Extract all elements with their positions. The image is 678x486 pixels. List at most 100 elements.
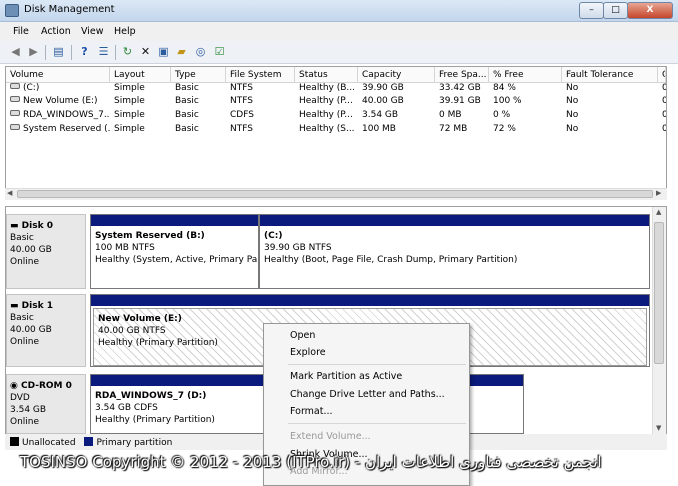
cell-volume: System Reserved (...: [23, 124, 110, 134]
drive-icon: [10, 124, 20, 130]
disk-kind: Basic: [10, 233, 34, 243]
disk-1-label[interactable]: ▬ Disk 1 Basic 40.00 GB Online: [6, 294, 86, 367]
menu-item-format[interactable]: Format...: [290, 406, 333, 417]
cell-percent-free: 0 %: [493, 110, 511, 120]
col-fault-tolerance[interactable]: Fault Tolerance: [562, 67, 658, 83]
menu-help[interactable]: Help: [114, 26, 136, 37]
cell-type: Basic: [175, 96, 199, 106]
col-capacity[interactable]: Capacity: [358, 67, 435, 83]
disk-state: Online: [10, 417, 40, 427]
cd-drive-icon: [10, 110, 20, 116]
table-row[interactable]: (C:): [6, 83, 110, 96]
cell-capacity: 100 MB: [362, 124, 396, 134]
menu-separator: [288, 364, 466, 365]
partition-name: (C:): [264, 231, 283, 241]
maximize-button[interactable]: □: [603, 2, 628, 19]
cell-percent-free: 72 %: [493, 124, 516, 134]
cell-status: Healthy (S...: [299, 124, 355, 134]
menu-item-mark-active[interactable]: Mark Partition as Active: [290, 371, 402, 382]
properties-icon[interactable]: ▣: [156, 45, 171, 59]
partition-name: System Reserved (B:): [95, 231, 205, 241]
menu-file[interactable]: File: [13, 26, 29, 37]
copyright-watermark: TOSINSO Copyright © 2012 - 2013 (ITPro.i…: [20, 453, 602, 471]
disk-size: 3.54 GB: [10, 405, 47, 415]
partition-c[interactable]: (C:) 39.90 GB NTFS Healthy (Boot, Page F…: [259, 214, 650, 289]
cell-fault-tolerance: No: [566, 96, 579, 106]
cell-fault-tolerance: No: [566, 83, 579, 93]
disk-0-label[interactable]: ▬ Disk 0 Basic 40.00 GB Online: [6, 214, 86, 289]
menu-view[interactable]: View: [81, 26, 104, 37]
cell-free-space: 0 MB: [439, 110, 462, 120]
cell-file-system: NTFS: [230, 124, 253, 134]
forward-icon[interactable]: ▶: [26, 45, 41, 59]
scroll-down-icon[interactable]: ▼: [656, 424, 661, 432]
menu-action[interactable]: Action: [41, 26, 71, 37]
primary-partition-bar: [91, 215, 258, 226]
delete-icon[interactable]: ✕: [138, 45, 153, 59]
cell-capacity: 40.00 GB: [362, 96, 404, 106]
open-icon[interactable]: ▰: [174, 45, 189, 59]
cell-volume: New Volume (E:): [23, 96, 98, 106]
cell-capacity: 3.54 GB: [362, 110, 399, 120]
drive-icon: [10, 96, 20, 102]
col-overhead[interactable]: O: [658, 67, 666, 83]
disk-size: 40.00 GB: [10, 245, 52, 255]
cell-free-space: 39.91 GB: [439, 96, 481, 106]
close-button[interactable]: X: [627, 2, 673, 19]
vertical-scroll-thumb[interactable]: [654, 222, 664, 364]
scroll-up-icon[interactable]: ▲: [656, 208, 661, 216]
refresh-icon[interactable]: ↻: [120, 45, 135, 59]
toolbar-separator: [115, 45, 116, 60]
col-status[interactable]: Status: [295, 67, 358, 83]
window-title: Disk Management: [24, 4, 115, 15]
horizontal-scroll-thumb[interactable]: [17, 190, 653, 198]
scroll-left-icon[interactable]: ◀: [7, 189, 12, 197]
col-free-space[interactable]: Free Spa...: [435, 67, 489, 83]
cell-layout: Simple: [114, 83, 145, 93]
disk-state: Online: [10, 337, 40, 347]
col-type[interactable]: Type: [171, 67, 226, 83]
menu-item-explore[interactable]: Explore: [290, 347, 326, 358]
toolbar-separator: [71, 45, 72, 60]
scroll-right-icon[interactable]: ▶: [656, 189, 661, 197]
table-row[interactable]: System Reserved (...: [6, 124, 110, 137]
legend-primary: Primary partition: [96, 438, 173, 448]
cell-percent-free: 100 %: [493, 96, 522, 106]
table-row[interactable]: RDA_WINDOWS_7...: [6, 110, 110, 123]
cell-capacity: 39.90 GB: [362, 83, 404, 93]
console-tree-icon[interactable]: ▤: [51, 45, 66, 59]
cell-type: Basic: [175, 110, 199, 120]
partition-status: Healthy (System, Active, Primary Part: [95, 255, 258, 265]
disk-name: ▬ Disk 0: [10, 221, 53, 231]
menu-item-change-drive-letter[interactable]: Change Drive Letter and Paths...: [290, 389, 445, 400]
list-icon[interactable]: ☰: [96, 45, 111, 59]
help-icon[interactable]: ?: [77, 45, 92, 59]
disk-icon: ▬: [10, 221, 19, 231]
disk-name: ▬ Disk 1: [10, 301, 53, 311]
primary-partition-bar: [260, 215, 649, 226]
check-icon[interactable]: ☑: [212, 45, 227, 59]
cell-file-system: CDFS: [230, 110, 254, 120]
cell-layout: Simple: [114, 124, 145, 134]
disk-kind: Basic: [10, 313, 34, 323]
col-volume[interactable]: Volume: [6, 67, 110, 83]
back-icon[interactable]: ◀: [8, 45, 23, 59]
table-row[interactable]: New Volume (E:): [6, 96, 110, 109]
cell-overhead: 0: [662, 124, 666, 134]
cell-layout: Simple: [114, 110, 145, 120]
cell-free-space: 72 MB: [439, 124, 468, 134]
disk-size: 40.00 GB: [10, 325, 52, 335]
disk-name: ◉ CD-ROM 0: [10, 381, 72, 391]
cell-percent-free: 84 %: [493, 83, 516, 93]
menu-item-open[interactable]: Open: [290, 330, 315, 341]
col-layout[interactable]: Layout: [110, 67, 171, 83]
disk-kind: DVD: [10, 393, 30, 403]
cdrom-0-label[interactable]: ◉ CD-ROM 0 DVD 3.54 GB Online: [6, 374, 86, 434]
menu-item-extend-volume: Extend Volume...: [290, 431, 371, 442]
col-percent-free[interactable]: % Free: [489, 67, 562, 83]
cd-icon: ◉: [10, 381, 18, 391]
col-file-system[interactable]: File System: [226, 67, 295, 83]
partition-system-reserved[interactable]: System Reserved (B:) 100 MB NTFS Healthy…: [90, 214, 259, 289]
search-icon[interactable]: ◎: [193, 45, 208, 59]
minimize-button[interactable]: –: [579, 2, 604, 19]
